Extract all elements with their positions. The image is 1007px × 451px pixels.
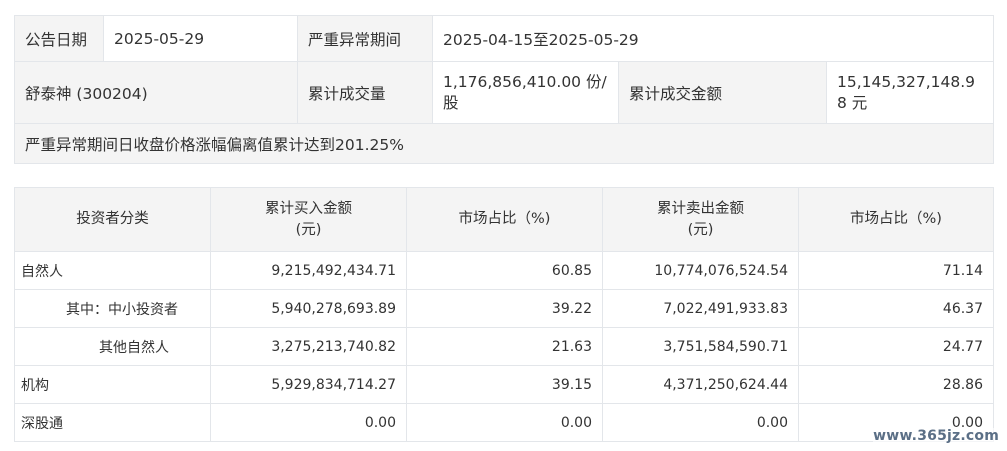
- announce-date-value: 2025-05-29: [103, 15, 298, 62]
- row-buy-amount: 5,940,278,693.89: [210, 289, 407, 328]
- row-buy-share: 0.00: [406, 403, 603, 442]
- announce-date-label: 公告日期: [14, 15, 104, 62]
- header-sell-amount-text: 累计卖出金额 (元): [657, 200, 744, 238]
- abnormal-period-label: 严重异常期间: [297, 15, 433, 62]
- row-sell-amount: 0.00: [602, 403, 799, 442]
- abnormal-trading-info-table: 公告日期 2025-05-29 严重异常期间 2025-04-15至2025-0…: [13, 15, 995, 164]
- stock-name: 舒泰神 (300204): [14, 61, 298, 124]
- table-row: 自然人 9,215,492,434.71 60.85 10,774,076,52…: [14, 251, 994, 290]
- row-sell-amount: 3,751,584,590.71: [602, 327, 799, 366]
- row-sell-share: 71.14: [798, 251, 994, 290]
- row-buy-share: 39.15: [406, 365, 603, 404]
- row-buy-amount: 3,275,213,740.82: [210, 327, 407, 366]
- row-sell-share: 46.37: [798, 289, 994, 328]
- row-buy-amount: 0.00: [210, 403, 407, 442]
- volume-value: 1,176,856,410.00 份/股: [432, 61, 619, 124]
- investor-trade-table: 投资者分类 累计买入金额 (元) 市场占比（%) 累计卖出金额 (元) 市场占比（%…: [14, 187, 994, 442]
- row-buy-share: 39.22: [406, 289, 603, 328]
- abnormal-period-value: 2025-04-15至2025-05-29: [431, 15, 995, 62]
- deviation-note: 严重异常期间日收盘价格涨幅偏离值累计达到201.25%: [13, 123, 995, 164]
- row-buy-amount: 9,215,492,434.71: [210, 251, 407, 290]
- site-watermark: www.365jz.com: [873, 428, 999, 444]
- row-category: 自然人: [14, 251, 211, 290]
- volume-label: 累计成交量: [297, 61, 433, 124]
- row-sell-amount: 4,371,250,624.44: [602, 365, 799, 404]
- table-row: 机构 5,929,834,714.27 39.15 4,371,250,624.…: [14, 365, 994, 404]
- amount-value: 15,145,327,148.98 元: [825, 61, 995, 124]
- header-buy-share: 市场占比（%): [406, 187, 603, 252]
- header-sell-share: 市场占比（%): [798, 187, 994, 252]
- table-row: 深股通 0.00 0.00 0.00 0.00: [14, 403, 994, 442]
- row-sell-amount: 7,022,491,933.83: [602, 289, 799, 328]
- row-sell-share: 24.77: [798, 327, 994, 366]
- row-category: 机构: [14, 365, 211, 404]
- row-category: 其他自然人: [14, 327, 211, 366]
- row-category: 深股通: [14, 403, 211, 442]
- row-sell-share: 28.86: [798, 365, 994, 404]
- header-sell-amount: 累计卖出金额 (元): [602, 187, 799, 252]
- table-row: 其他自然人 3,275,213,740.82 21.63 3,751,584,5…: [14, 327, 994, 366]
- row-buy-amount: 5,929,834,714.27: [210, 365, 407, 404]
- row-buy-share: 21.63: [406, 327, 603, 366]
- row-category: 其中：中小投资者: [14, 289, 211, 328]
- header-category: 投资者分类: [14, 187, 211, 252]
- table-row: 其中：中小投资者 5,940,278,693.89 39.22 7,022,49…: [14, 289, 994, 328]
- header-buy-amount-text: 累计买入金额 (元): [265, 200, 352, 238]
- amount-label: 累计成交金额: [618, 61, 827, 124]
- row-sell-amount: 10,774,076,524.54: [602, 251, 799, 290]
- table-header-row: 投资者分类 累计买入金额 (元) 市场占比（%) 累计卖出金额 (元) 市场占比（%…: [14, 187, 994, 252]
- row-buy-share: 60.85: [406, 251, 603, 290]
- header-buy-amount: 累计买入金额 (元): [210, 187, 407, 252]
